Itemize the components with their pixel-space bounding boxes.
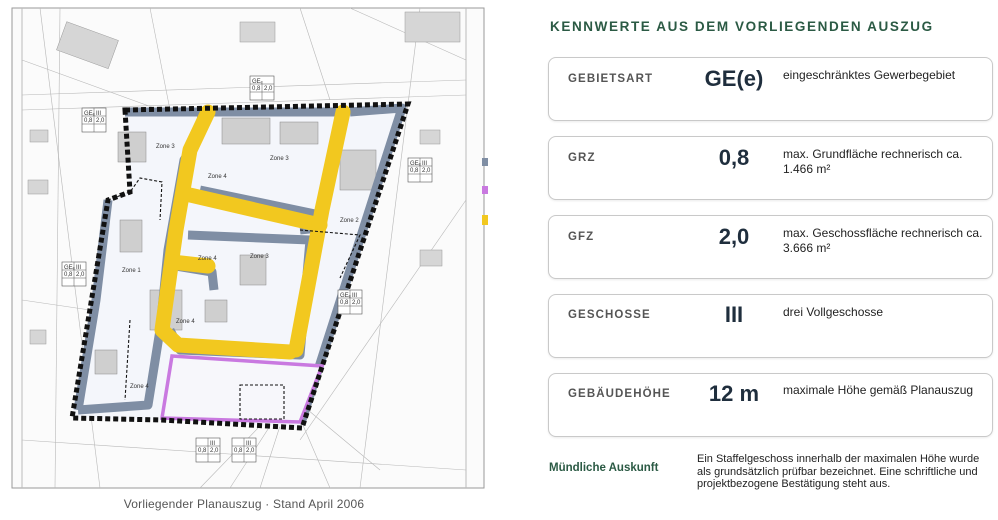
muendliche-auskunft-text: Ein Staffelgeschoss innerhalb der maxima… [697, 453, 980, 490]
card-desc: maximale Höhe gemäß Planauszug [783, 383, 974, 397]
card-value: 0,8 [718, 145, 750, 170]
zoning-table-grz: 0,8 [234, 448, 243, 454]
zoning-table-grz: 0,8 [252, 86, 261, 92]
zoning-table-gebiet: GEₑ [410, 161, 422, 167]
zoning-table-gfz: 2,0 [96, 118, 105, 124]
zoning-table-geschosse: III [422, 161, 427, 167]
legend-swatch-buffer [482, 158, 488, 166]
card-value: GE(e) [704, 66, 764, 91]
zoning-table-gfz: 2,0 [352, 300, 361, 306]
zone-label: Zone 4 [198, 256, 217, 262]
card-label: GESCHOSSE [568, 309, 651, 321]
card-value: 2,0 [718, 224, 750, 249]
card-grz: GRZ 0,8 max. Grundfläche rechnerisch ca.… [548, 136, 993, 200]
card-label: GEBIETSART [568, 73, 654, 85]
card-label: GEBÄUDEHÖHE [568, 388, 671, 400]
card-geschosse: GESCHOSSE III drei Vollgeschosse [548, 294, 993, 358]
card-desc: max. Grundfläche rechnerisch ca. 1.466 m… [783, 147, 963, 176]
card-desc: max. Geschossfläche rechnerisch ca. 3.66… [783, 226, 983, 255]
zoning-table-grz: 0,8 [198, 448, 207, 454]
zoning-table-geschosse: III [76, 265, 81, 271]
zoning-table-geschosse: III [210, 441, 215, 447]
site-plan-drawing: Zone 3 Zone 3 Zone 3 Zone 2 Zone 1 Zone … [11, 7, 488, 489]
zoning-table: GEₑ III 0,8 2,0 [61, 261, 87, 287]
card-gfz: GFZ 2,0 max. Geschossfläche rechnerisch … [548, 215, 993, 279]
card-value: 12 m [708, 381, 760, 406]
zone-label: Zone 2 [340, 218, 359, 224]
kennwerte-title: KENNWERTE AUS DEM VORLIEGENDEN AUSZUG [550, 19, 934, 34]
card-value: III [724, 302, 744, 327]
zoning-table-gebiet: GEₑ [84, 111, 96, 117]
card-gebaeudehoehe: GEBÄUDEHÖHE 12 m maximale Höhe gemäß Pla… [548, 373, 993, 437]
zoning-table-grz: 0,8 [64, 272, 73, 278]
zoning-table-gebiet: GEₑ [64, 265, 76, 271]
site-plan: Zone 3 Zone 3 Zone 3 Zone 2 Zone 1 Zone … [0, 0, 488, 492]
card-desc: eingeschränktes Gewerbegebiet [783, 68, 956, 82]
zoning-table-grz: 0,8 [84, 118, 93, 124]
legend-swatch-road [482, 215, 488, 225]
card-desc: drei Vollgeschosse [783, 305, 884, 319]
zoning-table: GEₑ III 0,8 2,0 [337, 289, 363, 315]
zoning-table-geschosse: III [246, 441, 251, 447]
zone-label: Zone 4 [208, 174, 227, 180]
zoning-table-gfz: 2,0 [264, 86, 273, 92]
zoning-table-gfz: 2,0 [246, 448, 255, 454]
zone-label: Zone 4 [130, 384, 149, 390]
zone-label: Zone 3 [250, 254, 269, 260]
zoning-table-gebiet: GEₑ [340, 293, 352, 299]
purple-area [159, 354, 325, 424]
zone-label: Zone 4 [176, 319, 195, 325]
card-gebietsart: GEBIETSART GE(e) eingeschränktes Gewerbe… [548, 57, 993, 121]
zoning-table: GEₑ III 0,8 2,0 [407, 157, 433, 183]
plan-caption: Vorliegender Planauszug · Stand April 20… [123, 497, 365, 511]
zoning-table-geschosse: III [352, 293, 357, 299]
zoning-table: GEₑ 0,8 2,0 [249, 75, 275, 101]
zoning-table-gfz: 2,0 [210, 448, 219, 454]
zoning-table: III 0,8 2,0 [231, 437, 257, 463]
zoning-table: GEₑ III 0,8 2,0 [81, 107, 107, 133]
zone-label: Zone 3 [270, 156, 289, 162]
zoning-table-geschosse: III [96, 111, 101, 117]
zoning-table-grz: 0,8 [340, 300, 349, 306]
zone-label: Zone 1 [122, 268, 141, 274]
legend-swatch-purple [482, 186, 488, 194]
zone-label: Zone 3 [156, 144, 175, 150]
zoning-table: III 0,8 2,0 [195, 437, 221, 463]
zoning-table-grz: 0,8 [410, 168, 419, 174]
card-label: GRZ [568, 152, 596, 164]
zoning-table-gfz: 2,0 [76, 272, 85, 278]
card-label: GFZ [568, 231, 595, 243]
zoning-table-gfz: 2,0 [422, 168, 431, 174]
zoning-table-gebiet: GEₑ [252, 79, 264, 85]
muendliche-auskunft-label: Mündliche Auskunft [549, 462, 659, 474]
